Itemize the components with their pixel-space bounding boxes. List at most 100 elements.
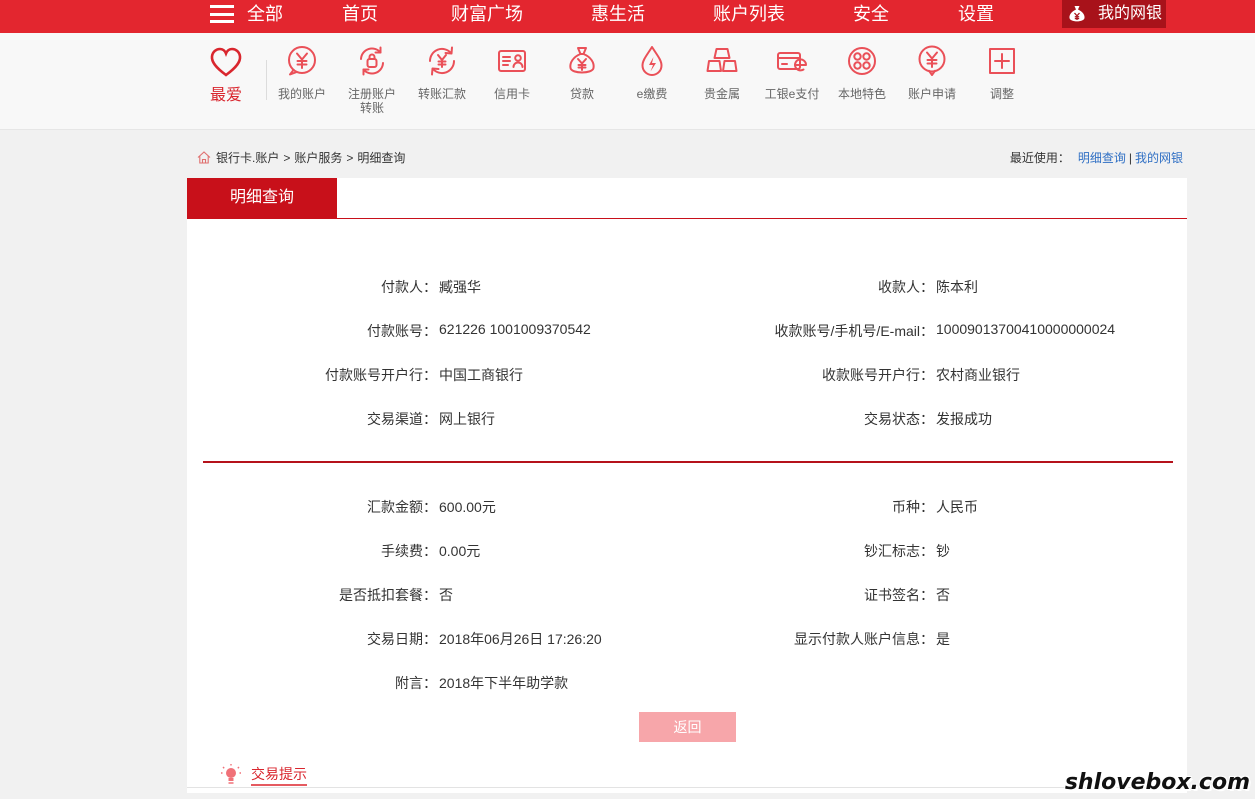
detail-row: 汇款金额： 600.00元 币种： 人民币	[187, 485, 1187, 529]
nav-my-ebank[interactable]: 我的网银	[1062, 0, 1166, 28]
payee-account-label: 收款账号/手机号/E-mail：	[774, 323, 934, 339]
nav-my-ebank-tab: 我的网银	[1042, 0, 1187, 33]
lightbulb-icon	[221, 764, 241, 784]
channel-label: 交易渠道：	[367, 411, 437, 427]
watermark: shlovebox.com	[1064, 770, 1250, 795]
hamburger-bar	[210, 12, 234, 16]
payer-account-field: 付款账号： 621226 1001009370542	[187, 321, 687, 341]
tab-detail-query[interactable]: 明细查询	[187, 178, 337, 218]
detail-row: 交易渠道： 网上银行 交易状态： 发报成功	[187, 397, 1187, 441]
payee-bank-label: 收款账号开户行：	[822, 367, 934, 383]
quick-item-e-payment[interactable]: e缴费	[617, 44, 687, 101]
certificate-signature-value: 否	[936, 587, 950, 603]
nav-wealth-plaza[interactable]: 财富广场	[451, 0, 523, 28]
detail-row: 手续费： 0.00元 钞汇标志： 钞	[187, 529, 1187, 573]
breadcrumb-account-services[interactable]: 账户服务	[294, 151, 342, 165]
yuan-bubble-icon	[918, 45, 946, 76]
show-payer-info-field: 显示付款人账户信息： 是	[687, 629, 1187, 649]
payer-field: 付款人： 臧强华	[187, 277, 687, 297]
payee-value: 陈本利	[936, 279, 978, 295]
status-field: 交易状态： 发报成功	[687, 409, 1187, 429]
hamburger-icon[interactable]	[210, 5, 234, 23]
payer-bank-field: 付款账号开户行： 中国工商银行	[187, 365, 687, 385]
money-bag-icon	[1069, 6, 1085, 22]
local-feature-icon	[848, 47, 876, 75]
breadcrumb-cards-accounts[interactable]: 银行卡.账户	[216, 151, 279, 165]
quick-item-account-application[interactable]: 账户申请	[897, 44, 967, 101]
transaction-date-label: 交易日期：	[367, 631, 437, 647]
recent-link-detail-query[interactable]: 明细查询	[1078, 151, 1126, 165]
nav-my-ebank-label: 我的网银	[1098, 5, 1163, 22]
quick-item-icbc-e-pay[interactable]: 工银e支付	[757, 44, 827, 101]
status-value: 发报成功	[936, 411, 992, 427]
nav-benefit-life[interactable]: 惠生活	[591, 0, 645, 28]
recent-link-my-ebank[interactable]: 我的网银	[1135, 151, 1183, 165]
cash-remit-flag-value: 钞	[936, 543, 950, 559]
package-deduction-field: 是否抵扣套餐： 否	[187, 585, 687, 605]
breadcrumb-separator: >	[346, 151, 354, 165]
hamburger-bar	[210, 20, 234, 23]
quick-item-label-line2: 转账	[359, 101, 384, 115]
payee-label: 收款人：	[878, 279, 934, 295]
quick-item-adjust[interactable]: 调整	[967, 44, 1037, 101]
quick-item-register-transfer[interactable]: 注册账户 转账	[337, 44, 407, 115]
yuan-bubble-icon	[288, 46, 316, 76]
payee-field: 收款人： 陈本利	[687, 277, 1187, 297]
quick-item-my-account[interactable]: 我的账户	[267, 44, 337, 101]
top-nav: 全部 首页 财富广场 惠生活 账户列表 安全 设置 我的网银	[0, 0, 1255, 33]
quick-item-label: e缴费	[636, 87, 668, 101]
tab-underline	[187, 218, 1187, 219]
amount-value: 600.00元	[439, 499, 496, 515]
transaction-date-value: 2018年06月26日 17:26:20	[439, 631, 602, 647]
plus-square-icon	[989, 48, 1015, 74]
certificate-signature-field: 证书签名： 否	[687, 585, 1187, 605]
nav-all-menu[interactable]: 全部	[247, 0, 283, 28]
breadcrumb-current: 明细查询	[357, 151, 406, 165]
breadcrumb: 银行卡.账户 > 账户服务 > 明细查询	[197, 150, 405, 166]
quick-item-label: 调整	[989, 87, 1014, 101]
currency-label: 币种：	[892, 499, 934, 515]
currency-value: 人民币	[936, 499, 978, 515]
package-deduction-value: 否	[439, 587, 453, 603]
payer-label: 付款人：	[381, 279, 437, 295]
fee-label: 手续费：	[381, 543, 437, 559]
quick-item-precious-metals[interactable]: 贵金属	[687, 44, 757, 101]
credit-card-icon	[498, 50, 526, 72]
quick-favorite-label: 最爱	[209, 87, 242, 104]
nav-home[interactable]: 首页	[342, 0, 378, 28]
nav-account-list[interactable]: 账户列表	[713, 0, 785, 28]
amount-field: 汇款金额： 600.00元	[187, 497, 687, 517]
recently-used: 最近使用： 明细查询 | 我的网银	[1010, 150, 1183, 166]
payee-bank-field: 收款账号开户行： 农村商业银行	[687, 365, 1187, 385]
show-payer-info-value: 是	[936, 631, 950, 647]
back-button[interactable]: 返回	[639, 712, 736, 742]
show-payer-info-label: 显示付款人账户信息：	[794, 631, 934, 647]
detail-row: 付款人： 臧强华 收款人： 陈本利	[187, 265, 1187, 309]
money-bag-icon	[569, 47, 595, 74]
detail-row: 是否抵扣套餐： 否 证书签名： 否	[187, 573, 1187, 617]
home-icon[interactable]	[197, 151, 211, 164]
register-transfer-icon	[360, 46, 384, 76]
quick-item-label: 信用卡	[493, 87, 530, 101]
transaction-tips-tab[interactable]: 交易提示	[251, 764, 307, 786]
nav-settings[interactable]: 设置	[958, 0, 994, 28]
parties-section: 付款人： 臧强华 收款人： 陈本利 付款账号： 621226 100100937…	[187, 265, 1187, 441]
fee-field: 手续费： 0.00元	[187, 541, 687, 561]
quick-favorite[interactable]: 最爱	[196, 46, 256, 105]
payer-account-value: 621226 1001009370542	[439, 321, 591, 337]
quick-item-loan[interactable]: 贷款	[547, 44, 617, 101]
amounts-section: 汇款金额： 600.00元 币种： 人民币 手续费： 0.00元 钞汇标志： 钞…	[187, 485, 1187, 705]
quick-item-label: 贷款	[569, 87, 594, 101]
quick-item-transfer-remit[interactable]: 转账汇款	[407, 44, 477, 101]
quick-item-label: 贵金属	[703, 87, 740, 101]
quick-item-local-features[interactable]: 本地特色	[827, 44, 897, 101]
water-drop-icon	[641, 46, 663, 76]
payee-bank-value: 农村商业银行	[936, 367, 1020, 383]
payer-account-label: 付款账号：	[367, 323, 437, 339]
quick-item-label: 本地特色	[837, 87, 886, 101]
package-deduction-label: 是否抵扣套餐：	[339, 587, 437, 603]
breadcrumb-separator: >	[283, 151, 291, 165]
nav-security[interactable]: 安全	[853, 0, 889, 28]
quick-item-credit-card[interactable]: 信用卡	[477, 44, 547, 101]
quick-item-label: 我的账户	[277, 87, 326, 101]
